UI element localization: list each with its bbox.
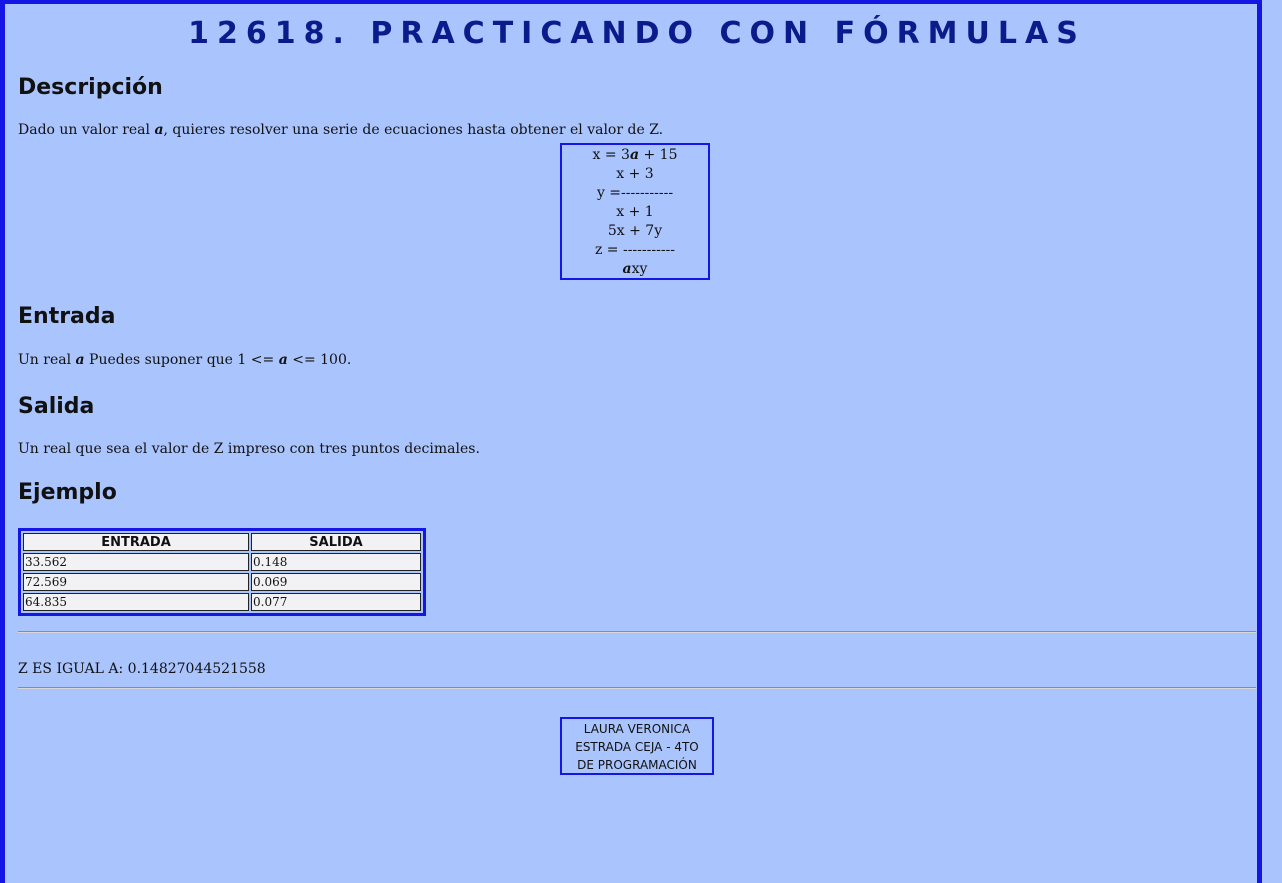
- page-title: 12618. PRACTICANDO CON FÓRMULAS: [188, 16, 1086, 51]
- cell-salida: 0.148: [251, 553, 421, 571]
- var-a: a: [622, 261, 632, 277]
- cell-entrada: 72.569: [23, 573, 249, 591]
- descripcion-text-part: Dado un valor real: [18, 122, 155, 138]
- entrada-text-part: Un real: [18, 352, 76, 368]
- heading-ejemplo: Ejemplo: [18, 480, 117, 505]
- divider: [18, 687, 1256, 689]
- formula-box: x = 3a + 15 x + 3 y =----------- x + 1 5…: [560, 143, 710, 280]
- author-line: ESTRADA CEJA - 4TO: [575, 740, 699, 754]
- var-a: a: [154, 122, 164, 138]
- cell-salida: 0.077: [251, 593, 421, 611]
- author-line: DE PROGRAMACIÓN: [577, 758, 697, 772]
- table-header-row: ENTRADA SALIDA: [23, 533, 421, 551]
- column-header-entrada: ENTRADA: [23, 533, 249, 551]
- result-text: Z ES IGUAL A: 0.14827044521558: [18, 661, 266, 677]
- var-a: a: [75, 352, 85, 368]
- formula-line-y-den: x + 1: [616, 204, 654, 220]
- formula-text: x = 3: [592, 147, 630, 163]
- formula-line-z-num: 5x + 7y: [607, 223, 663, 239]
- column-header-salida: SALIDA: [251, 533, 421, 551]
- formula-text: xy: [631, 261, 648, 277]
- table-row: 64.835 0.077: [23, 593, 421, 611]
- salida-text: Un real que sea el valor de Z impreso co…: [18, 441, 480, 457]
- entrada-text-part: Puedes suponer que 1 <=: [84, 352, 279, 368]
- cell-entrada: 64.835: [23, 593, 249, 611]
- formula-line-y-num: x + 3: [616, 166, 654, 182]
- cell-entrada: 33.562: [23, 553, 249, 571]
- table-row: 72.569 0.069: [23, 573, 421, 591]
- formula-text: + 15: [639, 147, 678, 163]
- heading-salida: Salida: [18, 394, 95, 419]
- divider: [18, 631, 1256, 633]
- descripcion-text-part: , quieres resolver una serie de ecuacion…: [163, 122, 664, 138]
- entrada-text: Un real a Puedes suponer que 1 <= a <= 1…: [18, 352, 351, 368]
- entrada-text-part: <= 100.: [287, 352, 352, 368]
- cell-salida: 0.069: [251, 573, 421, 591]
- example-table: ENTRADA SALIDA 33.562 0.148 72.569 0.069…: [18, 528, 426, 616]
- formula-line-y: y =-----------: [596, 185, 674, 201]
- heading-entrada: Entrada: [18, 304, 116, 329]
- formula-line-z-den: axy: [562, 260, 708, 279]
- var-a: a: [278, 352, 288, 368]
- page-frame: 12618. PRACTICANDO CON FÓRMULAS Descripc…: [0, 0, 1262, 883]
- formula-line-z: z = -----------: [594, 242, 676, 258]
- author-line: LAURA VERONICA: [583, 722, 691, 736]
- table-row: 33.562 0.148: [23, 553, 421, 571]
- heading-descripcion: Descripción: [18, 75, 163, 100]
- descripcion-text: Dado un valor real a, quieres resolver u…: [18, 122, 663, 138]
- author-box: LAURA VERONICA ESTRADA CEJA - 4TO DE PRO…: [560, 717, 714, 775]
- var-a: a: [629, 147, 640, 163]
- formula-line-x: x = 3a + 15: [562, 146, 708, 165]
